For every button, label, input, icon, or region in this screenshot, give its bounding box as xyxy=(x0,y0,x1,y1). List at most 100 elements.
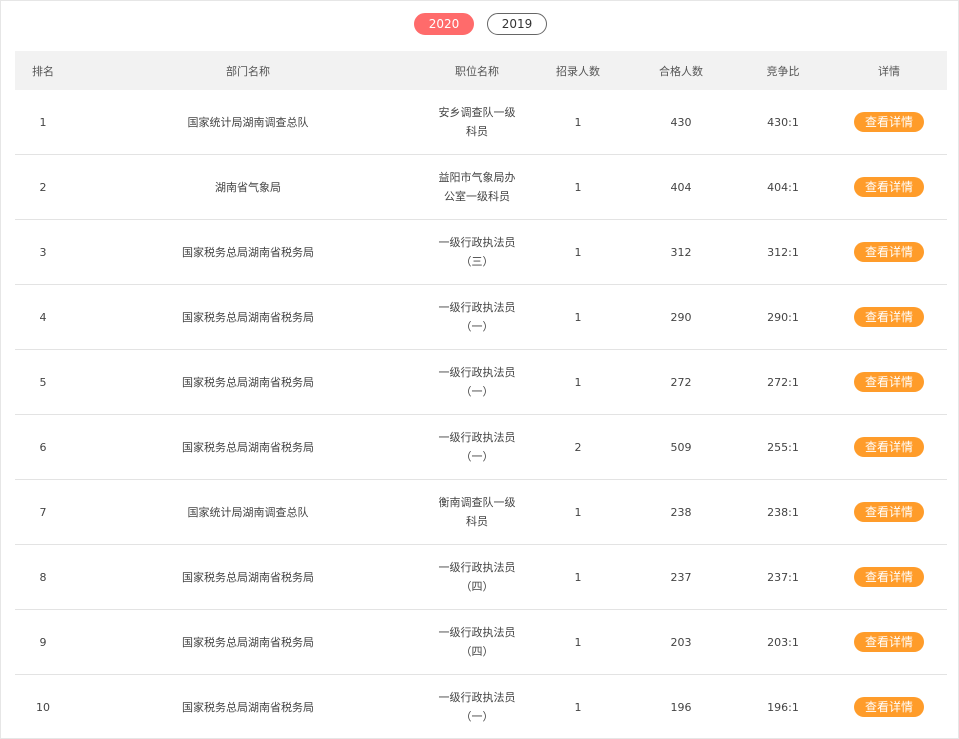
view-details-button[interactable]: 查看详情 xyxy=(854,502,924,522)
table-row: 7 国家统计局湖南调查总队 衡南调查队一级科员 1 238 238:1 查看详情 xyxy=(15,479,947,545)
ranking-panel: 2020 2019 排名 部门名称 职位名称 招录人数 合格人数 竞争比 详情 … xyxy=(0,0,959,739)
qualified-count-cell: 237 xyxy=(627,544,735,610)
view-details-button[interactable]: 查看详情 xyxy=(854,307,924,327)
tab-2020[interactable]: 2020 xyxy=(414,13,474,35)
position-text: 一级行政执法员（四） xyxy=(438,626,516,658)
view-details-button[interactable]: 查看详情 xyxy=(854,177,924,197)
department-cell: 国家税务总局湖南省税务局 xyxy=(71,349,425,415)
table-row: 5 国家税务总局湖南省税务局 一级行政执法员（一） 1 272 272:1 查看详情 xyxy=(15,349,947,415)
position-cell: 一级行政执法员（一） xyxy=(425,675,529,739)
header-position: 职位名称 xyxy=(425,51,529,90)
recruit-count-cell: 1 xyxy=(529,90,627,155)
table-row: 4 国家税务总局湖南省税务局 一级行政执法员（一） 1 290 290:1 查看详情 xyxy=(15,284,947,350)
view-details-button[interactable]: 查看详情 xyxy=(854,437,924,457)
details-cell: 查看详情 xyxy=(831,90,947,155)
recruit-count-cell: 1 xyxy=(529,544,627,610)
table-row: 9 国家税务总局湖南省税务局 一级行政执法员（四） 1 203 203:1 查看详情 xyxy=(15,609,947,675)
department-cell: 国家统计局湖南调查总队 xyxy=(71,90,425,155)
competition-ratio-cell: 290:1 xyxy=(735,284,831,350)
position-cell: 安乡调查队一级科员 xyxy=(425,90,529,155)
department-cell: 国家税务总局湖南省税务局 xyxy=(71,284,425,350)
table-header-row: 排名 部门名称 职位名称 招录人数 合格人数 竞争比 详情 xyxy=(15,51,947,90)
position-text: 一级行政执法员（一） xyxy=(438,301,516,333)
department-cell: 国家税务总局湖南省税务局 xyxy=(182,700,314,714)
recruit-count-cell: 1 xyxy=(529,609,627,675)
qualified-count-cell: 203 xyxy=(627,609,735,675)
details-cell: 查看详情 xyxy=(831,349,947,415)
position-cell: 一级行政执法员（一） xyxy=(425,414,529,480)
position-text: 一级行政执法员（一） xyxy=(438,431,516,463)
position-text: 益阳市气象局办公室一级科员 xyxy=(438,171,516,203)
details-cell: 查看详情 xyxy=(831,154,947,220)
header-details: 详情 xyxy=(831,51,947,90)
position-cell: 一级行政执法员（四） xyxy=(425,609,529,675)
position-cell: 一级行政执法员（一） xyxy=(425,349,529,415)
table-row: 2 湖南省气象局 益阳市气象局办公室一级科员 1 404 404:1 查看详情 xyxy=(15,154,947,220)
rank-cell: 3 xyxy=(15,219,71,285)
details-cell: 查看详情 xyxy=(831,544,947,610)
view-details-button[interactable]: 查看详情 xyxy=(854,697,924,717)
position-cell: 一级行政执法员（四） xyxy=(425,544,529,610)
competition-ratio-cell: 238:1 xyxy=(735,479,831,545)
competition-ratio-cell: 237:1 xyxy=(735,544,831,610)
view-details-button[interactable]: 查看详情 xyxy=(854,372,924,392)
rank-cell: 1 xyxy=(15,90,71,155)
competition-ratio-cell: 196:1 xyxy=(767,700,799,714)
table-row: 8 国家税务总局湖南省税务局 一级行政执法员（四） 1 237 237:1 查看详情 xyxy=(15,544,947,610)
recruit-count-cell: 2 xyxy=(529,414,627,480)
view-details-button[interactable]: 查看详情 xyxy=(854,632,924,652)
recruit-count-cell: 1 xyxy=(529,284,627,350)
rank-cell: 5 xyxy=(15,349,71,415)
qualified-count-cell: 509 xyxy=(627,414,735,480)
ranking-table: 排名 部门名称 职位名称 招录人数 合格人数 竞争比 详情 1 国家统计局湖南调查… xyxy=(15,51,947,739)
competition-ratio-cell: 255:1 xyxy=(735,414,831,480)
recruit-count-cell: 1 xyxy=(529,154,627,220)
header-qualified-count: 合格人数 xyxy=(627,51,735,90)
header-rank: 排名 xyxy=(15,51,71,90)
qualified-count-cell: 238 xyxy=(627,479,735,545)
details-cell: 查看详情 xyxy=(831,219,947,285)
view-details-button[interactable]: 查看详情 xyxy=(854,112,924,132)
view-details-button[interactable]: 查看详情 xyxy=(854,242,924,262)
competition-ratio-cell: 404:1 xyxy=(735,154,831,220)
position-text: 一级行政执法员（一） xyxy=(438,691,516,723)
header-competition-ratio: 竞争比 xyxy=(735,51,831,90)
details-cell: 查看详情 xyxy=(831,284,947,350)
rank-cell: 7 xyxy=(15,479,71,545)
competition-ratio-cell: 430:1 xyxy=(735,90,831,155)
details-cell: 查看详情 xyxy=(831,479,947,545)
department-cell: 湖南省气象局 xyxy=(71,154,425,220)
qualified-count-cell: 312 xyxy=(627,219,735,285)
competition-ratio-cell: 272:1 xyxy=(735,349,831,415)
position-text: 一级行政执法员（四） xyxy=(438,561,516,593)
qualified-count-cell: 272 xyxy=(627,349,735,415)
rank-cell: 6 xyxy=(15,414,71,480)
recruit-count-cell: 1 xyxy=(574,700,582,714)
view-details-button[interactable]: 查看详情 xyxy=(854,567,924,587)
rank-cell: 2 xyxy=(15,154,71,220)
year-tabs: 2020 2019 xyxy=(1,13,958,35)
position-text: 一级行政执法员（三） xyxy=(438,236,516,268)
department-cell: 国家统计局湖南调查总队 xyxy=(71,479,425,545)
competition-ratio-cell: 203:1 xyxy=(735,609,831,675)
position-cell: 一级行政执法员（一） xyxy=(425,284,529,350)
recruit-count-cell: 1 xyxy=(529,479,627,545)
details-cell: 查看详情 xyxy=(831,675,947,739)
details-cell: 查看详情 xyxy=(831,609,947,675)
tab-2019[interactable]: 2019 xyxy=(487,13,547,35)
qualified-count-cell: 290 xyxy=(627,284,735,350)
table-row: 1 国家统计局湖南调查总队 安乡调查队一级科员 1 430 430:1 查看详情 xyxy=(15,90,947,155)
competition-ratio-cell: 312:1 xyxy=(735,219,831,285)
position-cell: 益阳市气象局办公室一级科员 xyxy=(425,154,529,220)
qualified-count-cell: 196 xyxy=(670,700,692,714)
position-text: 安乡调查队一级科员 xyxy=(438,106,516,138)
qualified-count-cell: 430 xyxy=(627,90,735,155)
department-cell: 国家税务总局湖南省税务局 xyxy=(71,219,425,285)
table-row: 3 国家税务总局湖南省税务局 一级行政执法员（三） 1 312 312:1 查看详情 xyxy=(15,219,947,285)
table-row: 6 国家税务总局湖南省税务局 一级行政执法员（一） 2 509 255:1 查看详情 xyxy=(15,414,947,480)
position-cell: 衡南调查队一级科员 xyxy=(425,479,529,545)
rank-cell: 4 xyxy=(15,284,71,350)
header-recruit-count: 招录人数 xyxy=(529,51,627,90)
department-cell: 国家税务总局湖南省税务局 xyxy=(71,544,425,610)
details-cell: 查看详情 xyxy=(831,414,947,480)
